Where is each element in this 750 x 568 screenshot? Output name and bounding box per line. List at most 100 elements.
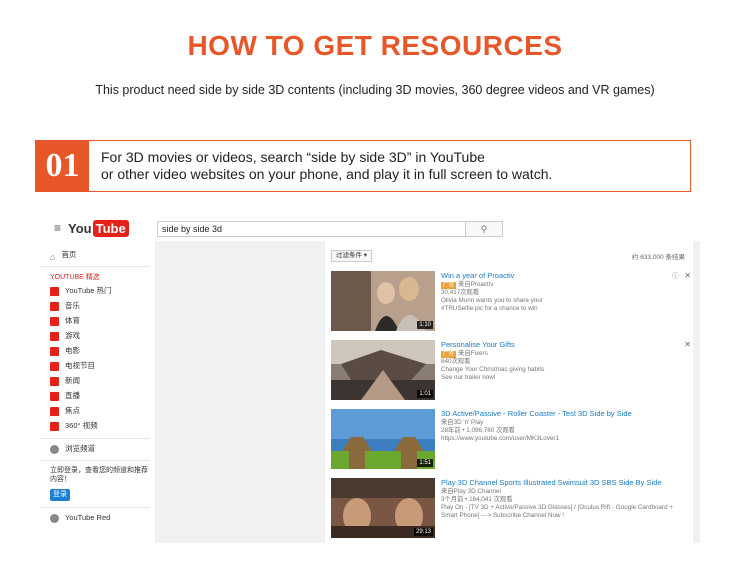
divider: [40, 266, 150, 267]
sidebar: ⌂ 首页 YOUTUBE 精选 YouTube 热门 音乐 体育 游戏 电影 电视…: [40, 243, 150, 543]
video-duration: 1:01: [417, 390, 433, 398]
result-info: Win a year of Proactiv 广告 来自Proactiv 30,4…: [441, 271, 681, 313]
result-info: Play 3D Channel Sports Illustrated Swims…: [441, 478, 681, 520]
sidebar-home-label: 首页: [61, 250, 77, 259]
result-meta: 28年前 • 1,096,760 次观看: [441, 427, 515, 434]
search-results: 过滤条件 ▾ 约 633,000 条结果 1:10 Win a year of …: [325, 241, 693, 543]
video-thumbnail[interactable]: 1:01: [331, 340, 435, 400]
sports-icon: [50, 316, 59, 326]
step-line-1: For 3D movies or videos, search “side by…: [101, 149, 485, 165]
divider: [40, 438, 150, 439]
step-number: 01: [36, 141, 89, 191]
sidebar-item-home[interactable]: ⌂ 首页: [50, 249, 77, 262]
result-description: Olivia Munn wants you to share your: [441, 297, 543, 304]
step-box: 01 For 3D movies or videos, search “side…: [35, 140, 691, 192]
video-duration: 1:10: [417, 321, 433, 329]
result-item[interactable]: 29:13 Play 3D Channel Sports Illustrated…: [331, 478, 691, 538]
sidebar-heading: YOUTUBE 精选: [50, 274, 100, 281]
sidebar-item[interactable]: 直播: [50, 390, 80, 402]
result-channel: 广告 来自Fixers: [441, 350, 681, 358]
live-icon: [50, 391, 59, 401]
sidebar-item[interactable]: 电视节目: [50, 360, 95, 372]
video-duration: 1:51: [417, 459, 433, 467]
result-channel-text: 来自Proactiv: [458, 281, 494, 288]
youtube-red-icon: [50, 513, 59, 523]
result-channel: 广告 来自Proactiv: [441, 281, 681, 289]
video-thumbnail[interactable]: 29:13: [331, 478, 435, 538]
movies-icon: [50, 346, 59, 356]
sidebar-item[interactable]: YouTube 热门: [50, 285, 112, 297]
360-video-icon: [50, 421, 59, 431]
result-title[interactable]: Win a year of Proactiv: [441, 271, 681, 281]
result-count: 约 633,000 条结果: [631, 254, 685, 261]
sidebar-item-label: YouTube 热门: [65, 286, 112, 295]
menu-icon[interactable]: ≡: [54, 222, 64, 234]
divider: [40, 507, 150, 508]
sidebar-item-label: 直播: [65, 391, 80, 400]
sidebar-item[interactable]: 新闻: [50, 375, 80, 387]
gaming-icon: [50, 331, 59, 341]
video-thumbnail[interactable]: 1:10: [331, 271, 435, 331]
youtube-screenshot: ≡ You Tube side by side 3d ⚲ ⌂ 首页 YOUTUBE …: [40, 213, 700, 543]
result-description: Change Your Christmas giving habits: [441, 366, 545, 373]
youtube-logo[interactable]: You Tube: [68, 220, 129, 237]
video-thumbnail[interactable]: 1:51: [331, 409, 435, 469]
sidebar-item-label: 焦点: [65, 406, 80, 415]
result-item[interactable]: 1:51 3D Active/Passive - Roller Coaster …: [331, 409, 691, 469]
sidebar-item-label: 新闻: [65, 376, 80, 385]
sidebar-item-label: 体育: [65, 316, 80, 325]
logo-you: You: [68, 221, 92, 236]
ad-badge: 广告: [441, 351, 457, 358]
spotlight-icon: [50, 406, 59, 416]
ad-badge: 广告: [441, 282, 457, 289]
result-title[interactable]: 3D Active/Passive - Roller Coaster - Tes…: [441, 409, 681, 419]
sidebar-item[interactable]: 音乐: [50, 300, 80, 312]
result-title[interactable]: Personalise Your Gifts: [441, 340, 681, 350]
page-subtitle: This product need side by side 3D conten…: [95, 83, 655, 97]
result-channel: 来自3D 'n' Play: [441, 419, 484, 426]
info-icon[interactable]: ⓘ: [672, 271, 679, 281]
login-prompt: 立即登录，查看您的频道和推荐内容！: [50, 467, 148, 483]
search-icon: ⚲: [480, 224, 488, 234]
search-input[interactable]: side by side 3d: [157, 221, 475, 237]
tv-icon: [50, 361, 59, 371]
result-info: 3D Active/Passive - Roller Coaster - Tes…: [441, 409, 681, 443]
result-meta: 30,417次观看: [441, 289, 480, 296]
sidebar-browse-label: 浏览频道: [65, 444, 95, 453]
video-duration: 29:13: [413, 528, 433, 536]
login-button[interactable]: 登录: [50, 489, 70, 501]
result-description: Play On - [TV 3D + Active/Passive 3D Gla…: [441, 504, 674, 511]
sidebar-item-browse[interactable]: 浏览频道: [50, 443, 95, 455]
result-description: Smart Phone] ---> Subscribe Channel Now …: [441, 512, 565, 519]
result-item[interactable]: 1:01 Personalise Your Gifts 广告 来自Fixers 8…: [331, 340, 691, 400]
sidebar-item[interactable]: 360° 视频: [50, 420, 98, 432]
result-description: #TRUSelfie pic for a chance to win: [441, 305, 538, 312]
result-description: https://www.youtube.com/user/MK3Lover1: [441, 435, 559, 442]
search-button[interactable]: ⚲: [465, 221, 503, 237]
result-info: Personalise Your Gifts 广告 来自Fixers 840次观看…: [441, 340, 681, 382]
sidebar-item-youtube-red[interactable]: YouTube Red: [50, 513, 110, 523]
result-description: See our trailer now!: [441, 374, 496, 381]
step-text: For 3D movies or videos, search “side by…: [101, 149, 552, 183]
sidebar-item[interactable]: 体育: [50, 315, 80, 327]
filter-button[interactable]: 过滤条件 ▾: [331, 250, 373, 262]
logo-tube: Tube: [92, 220, 129, 237]
page-title: HOW TO GET RESOURCES: [187, 30, 563, 61]
sidebar-item[interactable]: 游戏: [50, 330, 80, 342]
music-icon: [50, 301, 59, 311]
sidebar-red-label: YouTube Red: [65, 513, 111, 522]
sidebar-item-label: 游戏: [65, 331, 80, 340]
trending-icon: [50, 286, 59, 296]
result-channel-text: 来自Fixers: [458, 350, 488, 357]
close-icon[interactable]: ✕: [684, 271, 691, 280]
result-meta: 3个月前 • 164,041 次观看: [441, 496, 513, 503]
sidebar-item-label: 电影: [65, 346, 80, 355]
result-item[interactable]: 1:10 Win a year of Proactiv 广告 来自Proactiv…: [331, 271, 691, 331]
sidebar-item-label: 音乐: [65, 301, 80, 310]
result-meta: 840次观看: [441, 358, 471, 365]
sidebar-item[interactable]: 焦点: [50, 405, 80, 417]
sidebar-item[interactable]: 电影: [50, 345, 80, 357]
step-line-2: or other video websites on your phone, a…: [101, 166, 553, 182]
result-title[interactable]: Play 3D Channel Sports Illustrated Swims…: [441, 478, 681, 488]
close-icon[interactable]: ✕: [684, 340, 691, 349]
